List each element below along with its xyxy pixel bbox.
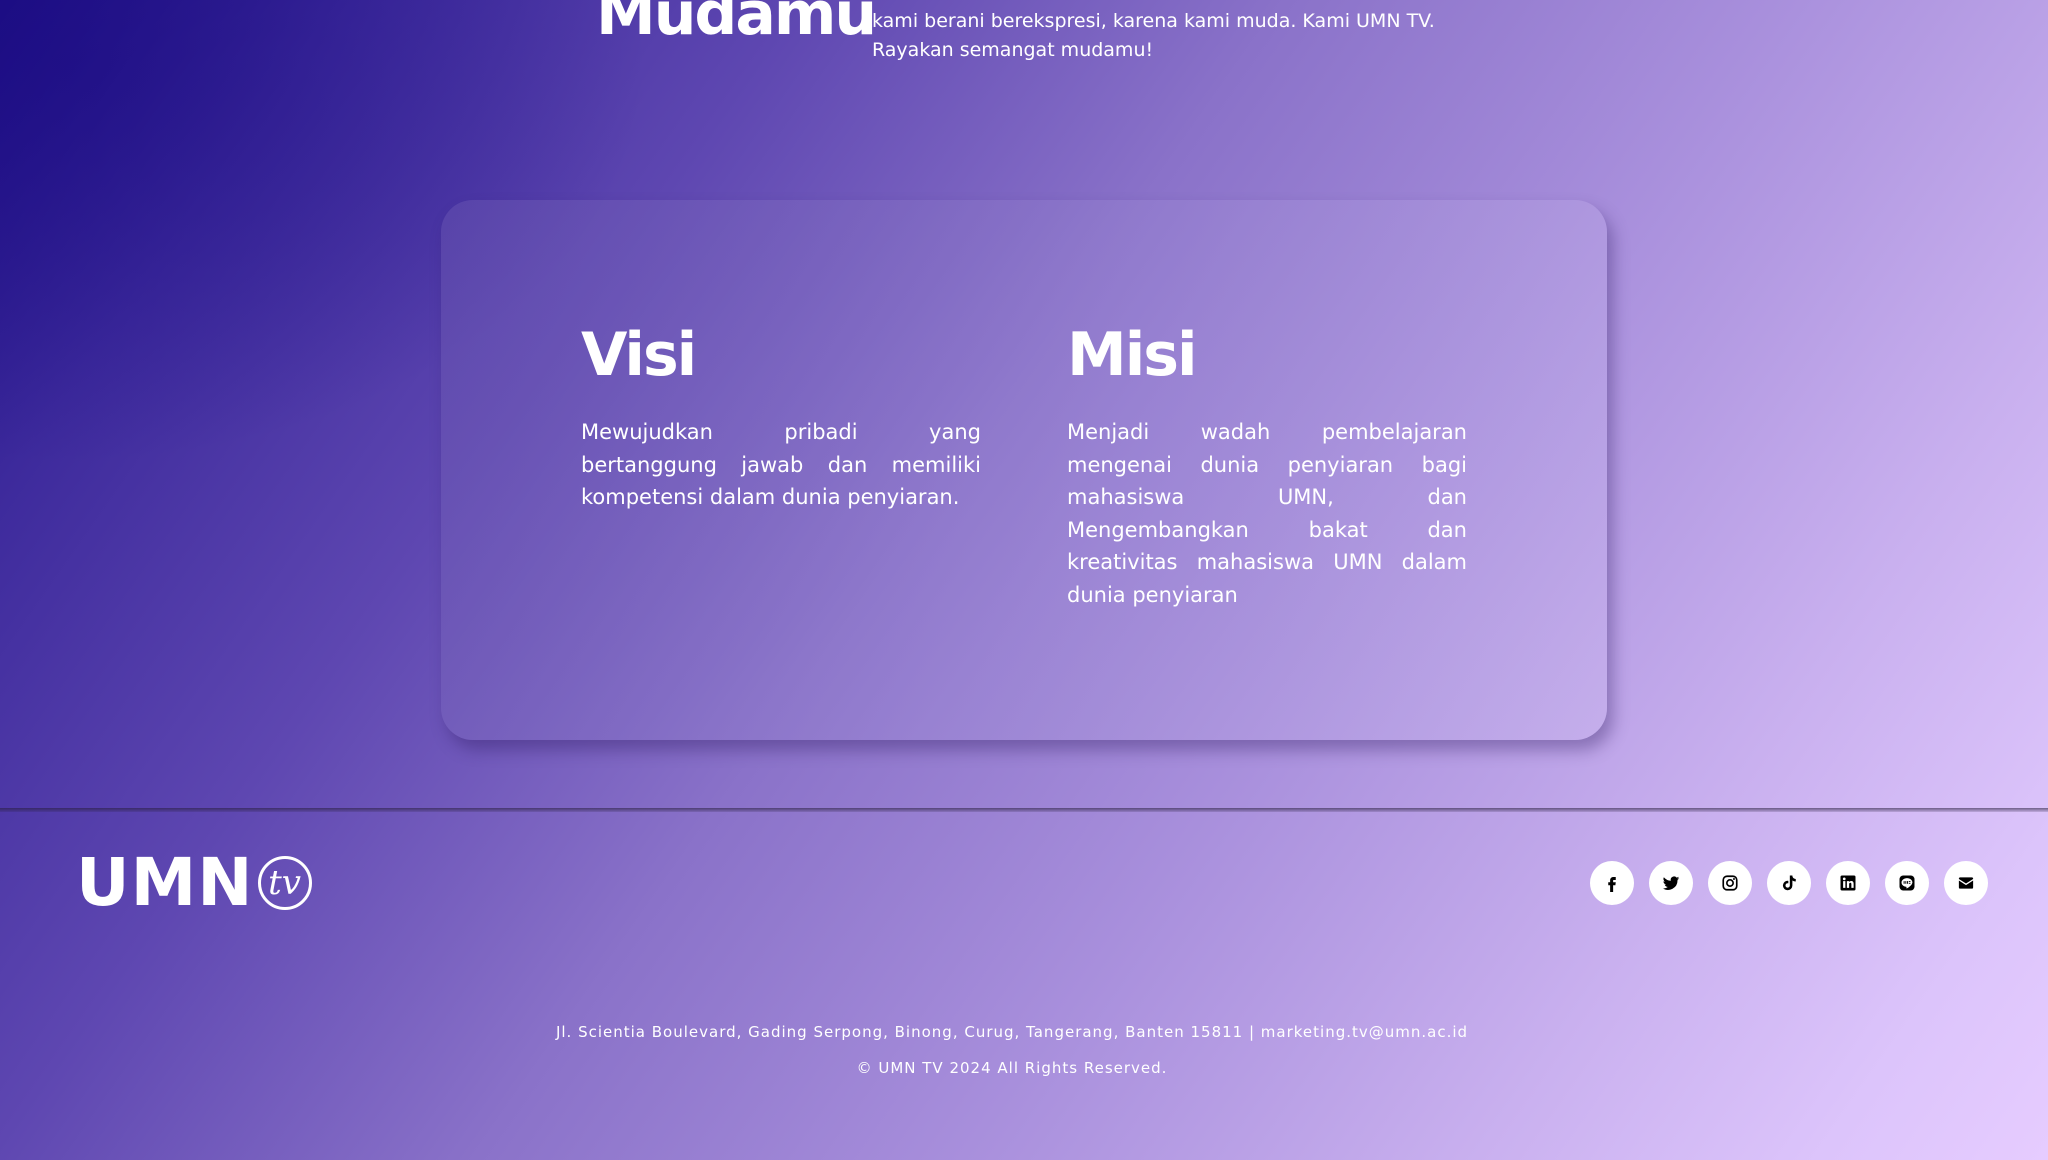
mission-section: Misi Menjadi wadah pembelajaran mengenai… — [1067, 320, 1467, 611]
vision-text: Mewujudkan pribadi yang bertanggung jawa… — [581, 420, 981, 509]
facebook-icon — [1608, 877, 1616, 892]
twitter-button[interactable] — [1649, 861, 1693, 905]
logo-tv-badge: tv — [257, 856, 312, 910]
facebook-button[interactable] — [1590, 861, 1634, 905]
vision-heading: Visi — [581, 320, 697, 390]
instagram-icon — [1722, 875, 1738, 891]
hero-description-text: kami berani berekspresi, karena kami mud… — [872, 10, 1435, 61]
footer-logo[interactable]: UMN tv — [76, 850, 312, 916]
hero-description: kami berani berekspresi, karena kami mud… — [872, 0, 1512, 65]
mission-heading: Misi — [1067, 320, 1198, 390]
social-links — [1590, 861, 1988, 905]
hero-title: Mudamu — [596, 0, 877, 49]
line-button[interactable] — [1885, 861, 1929, 905]
logo-text: UMN — [76, 844, 254, 921]
line-icon — [1899, 875, 1915, 891]
footer-divider — [0, 808, 2048, 812]
twitter-icon — [1662, 876, 1680, 890]
footer-address: Jl. Scientia Boulevard, Gading Serpong, … — [555, 1023, 1469, 1041]
tiktok-button[interactable] — [1767, 861, 1811, 905]
linkedin-icon — [1840, 875, 1856, 891]
linkedin-button[interactable] — [1826, 861, 1870, 905]
instagram-button[interactable] — [1708, 861, 1752, 905]
tiktok-icon — [1782, 875, 1796, 891]
vision-section: Visi Mewujudkan pribadi yang bertanggung… — [581, 320, 981, 514]
email-button[interactable] — [1944, 861, 1988, 905]
footer-copyright: © UMN TV 2024 All Rights Reserved. — [856, 1059, 1168, 1077]
vision-mission-card: Visi Mewujudkan pribadi yang bertanggung… — [441, 200, 1607, 740]
mission-text: Menjadi wadah pembelajaran mengenai duni… — [1067, 420, 1467, 607]
email-icon — [1958, 877, 1974, 889]
